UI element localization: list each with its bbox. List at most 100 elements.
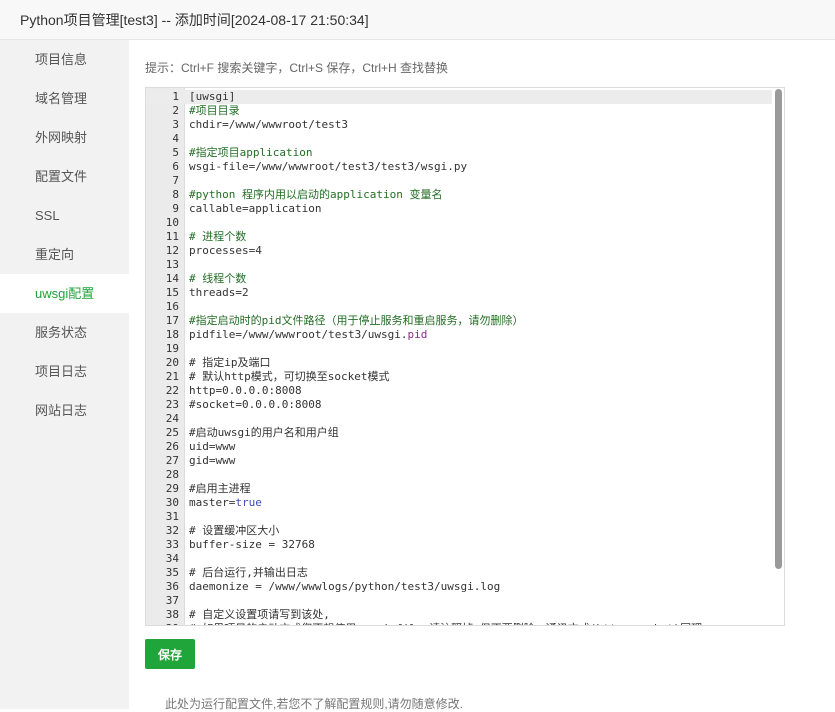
code-line[interactable]: 30 master=true [146,496,784,510]
sidebar-item-uwsgi-config[interactable]: uwsgi配置 [0,274,129,313]
line-text: daemonize = /www/wwwlogs/python/test3/uw… [189,580,501,593]
code-line[interactable]: 2 #项目目录 [146,104,784,118]
line-text: wsgi-file=/www/wwwroot/test3/test3/wsgi.… [189,160,468,173]
line-number: 24 [165,412,179,425]
code-line[interactable]: 21 # 默认http模式，可切换至socket模式 [146,370,784,384]
line-number: 36 [165,580,179,593]
shortcut-hint: 提示：Ctrl+F 搜索关键字，Ctrl+S 保存，Ctrl+H 查找替换 [145,61,449,75]
line-number: 7 [172,174,179,187]
line-number: 28 [165,468,179,481]
line-text: # 后台运行,并输出日志 [189,566,308,579]
code-editor[interactable]: 1 [uwsgi] 2 #项目目录 3 chdir=/www/wwwroot/test3 4… [145,87,785,626]
line-number: 39 [146,622,179,625]
line-number: 12 [165,244,179,257]
code-line[interactable]: 6 wsgi-file=/www/wwwroot/test3/test3/wsgi… [146,160,784,174]
code-line[interactable]: 28 [146,468,784,482]
line-number: 32 [165,524,179,537]
code-line[interactable]: 20 # 指定ip及端口 [146,356,784,370]
line-number: 17 [165,314,179,327]
code-line[interactable]: 38 # 自定义设置项请写到该处, [146,608,784,622]
line-text: #socket=0.0.0.0:8008 [189,398,322,411]
sidebar-item-redirect[interactable]: 重定向 [0,235,129,274]
sidebar-item-config-file[interactable]: 配置文件 [0,157,129,196]
code-line[interactable]: 33 buffer-size = 32768 [146,538,784,552]
line-number: 1 [172,90,179,103]
sidebar-item-project-info[interactable]: 项目信息 [0,40,129,79]
line-number: 29 [165,482,179,495]
code-line[interactable]: 39 # 如果项目的启动方式您不想使用 wsgi-file 请注释掉,但不要删除，… [146,622,784,625]
code-line[interactable]: 12 processes=4 [146,244,784,258]
editor-scrollbar-track[interactable] [772,88,784,625]
code-line[interactable]: 34 [146,552,784,566]
line-text: chdir=/www/wwwroot/test3 [189,118,348,131]
line-text: # 设置缓冲区大小 [189,524,280,537]
line-text: http=0.0.0.0:8008 [189,384,302,397]
code-line[interactable]: 32 # 设置缓冲区大小 [146,524,784,538]
code-line[interactable]: 27 gid=www [146,454,784,468]
code-line[interactable]: 11 # 进程个数 [146,230,784,244]
line-text: threads=2 [189,286,249,299]
code-line[interactable]: 37 [146,594,784,608]
line-number: 37 [165,594,179,607]
sidebar-item-site-log[interactable]: 网站日志 [0,391,129,430]
line-number: 25 [165,426,179,439]
line-number: 27 [165,454,179,467]
line-number: 30 [165,496,179,509]
line-number: 38 [165,608,179,621]
line-text: #指定项目application [189,146,313,159]
code-line[interactable]: 1 [uwsgi] [146,90,784,104]
line-number: 19 [165,342,179,355]
sidebar-nav: 项目信息 域名管理 外网映射 配置文件 SSL 重定向 uwsgi配置 服务状态… [0,40,129,709]
sidebar-item-service-status[interactable]: 服务状态 [0,313,129,352]
line-text: uid=www [189,440,236,453]
code-line[interactable]: 5 #指定项目application [146,146,784,160]
code-line[interactable]: 15 threads=2 [146,286,784,300]
line-text: gid=www [189,454,236,467]
code-line[interactable]: 7 [146,174,784,188]
line-text: [uwsgi] [189,90,236,103]
line-number: 10 [165,216,179,229]
line-number: 15 [165,286,179,299]
line-text: processes=4 [189,244,262,257]
line-text: #启用主进程 [189,482,251,495]
line-number: 16 [165,300,179,313]
code-line[interactable]: 3 chdir=/www/wwwroot/test3 [146,118,784,132]
code-line[interactable]: 10 [146,216,784,230]
save-button[interactable]: 保存 [145,639,195,669]
code-line[interactable]: 35 # 后台运行,并输出日志 [146,566,784,580]
sidebar-item-domain-management[interactable]: 域名管理 [0,79,129,118]
code-line[interactable]: 16 [146,300,784,314]
line-number: 34 [165,552,179,565]
window-titlebar: Python项目管理[test3] -- 添加时间[2024-08-17 21:… [0,0,835,40]
code-line[interactable]: 19 [146,342,784,356]
line-number: 22 [165,384,179,397]
code-line[interactable]: 13 [146,258,784,272]
code-line[interactable]: 29 #启用主进程 [146,482,784,496]
code-line[interactable]: 22 http=0.0.0.0:8008 [146,384,784,398]
editor-scrollbar-thumb[interactable] [775,89,782,569]
line-number: 4 [172,132,179,145]
sidebar-item-project-log[interactable]: 项目日志 [0,352,129,391]
code-line[interactable]: 17 #指定启动时的pid文件路径（用于停止服务和重启服务，请勿删除） [146,314,784,328]
code-line[interactable]: 8 #python 程序内用以启动的application 变量名 [146,188,784,202]
line-text: #指定启动时的pid文件路径（用于停止服务和重启服务，请勿删除） [189,314,524,327]
code-line[interactable]: 24 [146,412,784,426]
code-lines[interactable]: 1 [uwsgi] 2 #项目目录 3 chdir=/www/wwwroot/test3 4… [146,90,784,625]
line-text: pidfile=/www/wwwroot/test3/uwsgi.pid [189,328,428,341]
code-line[interactable]: 25 #启动uwsgi的用户名和用户组 [146,426,784,440]
code-line[interactable]: 14 # 线程个数 [146,272,784,286]
line-text: #项目目录 [189,104,240,117]
line-text: # 进程个数 [189,230,247,243]
code-line[interactable]: 26 uid=www [146,440,784,454]
sidebar-item-external-mapping[interactable]: 外网映射 [0,118,129,157]
sidebar-item-ssl[interactable]: SSL [0,196,129,235]
code-line[interactable]: 4 [146,132,784,146]
code-line[interactable]: 9 callable=application [146,202,784,216]
line-text: callable=application [189,202,322,215]
code-line[interactable]: 23 #socket=0.0.0.0:8008 [146,398,784,412]
code-line[interactable]: 36 daemonize = /www/wwwlogs/python/test3/… [146,580,784,594]
code-line[interactable]: 31 [146,510,784,524]
window-title: Python项目管理[test3] -- 添加时间[2024-08-17 21:… [20,11,369,28]
code-line[interactable]: 18 pidfile=/www/wwwroot/test3/uwsgi.pid [146,328,784,342]
line-number: 3 [172,118,179,131]
